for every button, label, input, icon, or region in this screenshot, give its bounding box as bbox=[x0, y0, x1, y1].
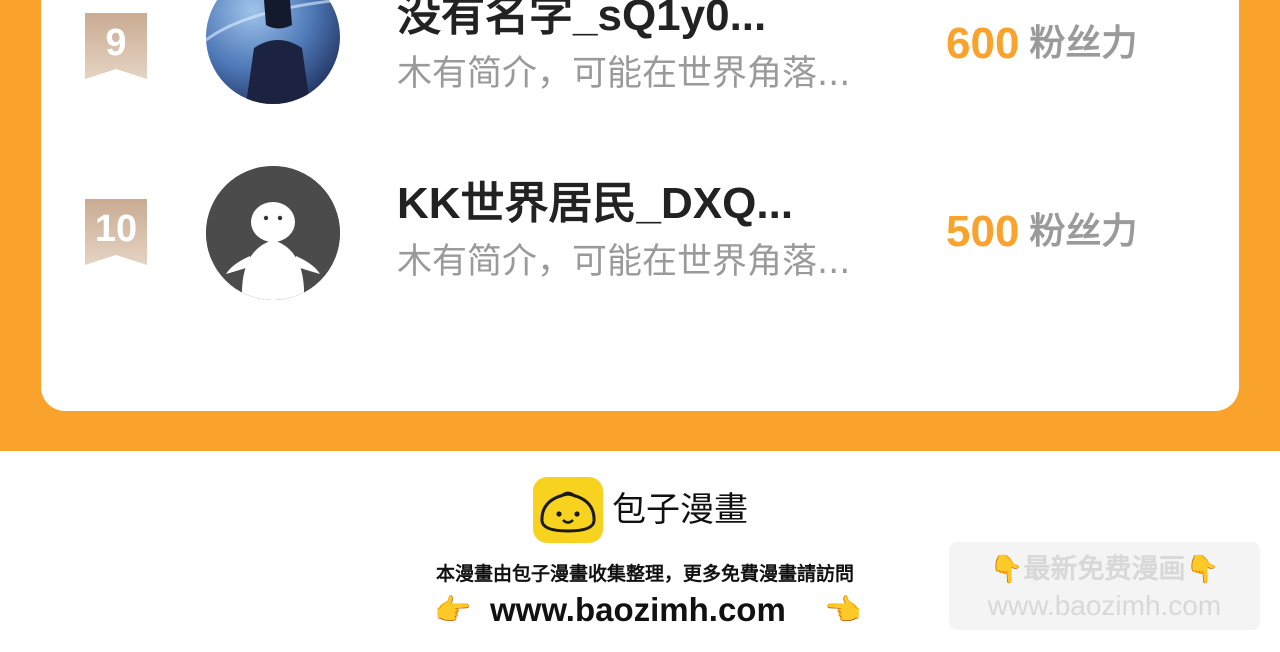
username[interactable]: 没有名字_sQ1y0... bbox=[397, 0, 766, 42]
user-bio: 木有简介，可能在世界角落... bbox=[397, 242, 851, 282]
rank-ribbon-icon: 9 bbox=[85, 13, 147, 79]
ranking-card: 9 没有名字_sQ1y0... 木有简介，可能在世界角落... 600 粉丝力 … bbox=[41, 0, 1239, 411]
fans-count: 600 bbox=[946, 19, 1020, 68]
footer-url-line: 👉 www.baozimh.com 👈 bbox=[434, 586, 874, 636]
watermark-url: www.baozimh.com bbox=[987, 590, 1222, 621]
ranking-row[interactable]: 10 KK世界居民_DXQ... 木有简介，可能在世界角落... 500 粉丝力 bbox=[41, 166, 1239, 335]
fans-score: 500 粉丝力 bbox=[946, 206, 1137, 258]
fans-count: 500 bbox=[946, 207, 1020, 256]
footer-brand-name: 包子漫畫 bbox=[612, 490, 748, 530]
baozi-bun-logo-icon[interactable] bbox=[533, 477, 603, 543]
rank-number: 9 bbox=[105, 22, 127, 64]
fans-score: 600 粉丝力 bbox=[946, 18, 1137, 70]
footer-url-link[interactable]: www.baozimh.com bbox=[490, 588, 786, 632]
user-bio: 木有简介，可能在世界角落... bbox=[397, 54, 851, 94]
username[interactable]: KK世界居民_DXQ... bbox=[397, 178, 793, 230]
ranking-row[interactable]: 9 没有名字_sQ1y0... 木有简介，可能在世界角落... 600 粉丝力 bbox=[41, 0, 1239, 110]
fans-unit: 粉丝力 bbox=[1029, 23, 1138, 64]
fans-unit: 粉丝力 bbox=[1029, 211, 1138, 252]
default-user-avatar-icon[interactable] bbox=[206, 166, 340, 300]
watermark-title: 👇最新免费漫画👇 bbox=[989, 554, 1220, 585]
pointing-left-hand-icon: 👈 bbox=[824, 593, 862, 628]
pointing-right-hand-icon: 👉 bbox=[434, 593, 472, 628]
watermark: 👇最新免费漫画👇 www.baozimh.com bbox=[949, 542, 1260, 630]
anime-boy-avatar-icon[interactable] bbox=[206, 0, 340, 104]
rank-number: 10 bbox=[94, 208, 138, 250]
rank-ribbon-icon: 10 bbox=[85, 199, 147, 265]
